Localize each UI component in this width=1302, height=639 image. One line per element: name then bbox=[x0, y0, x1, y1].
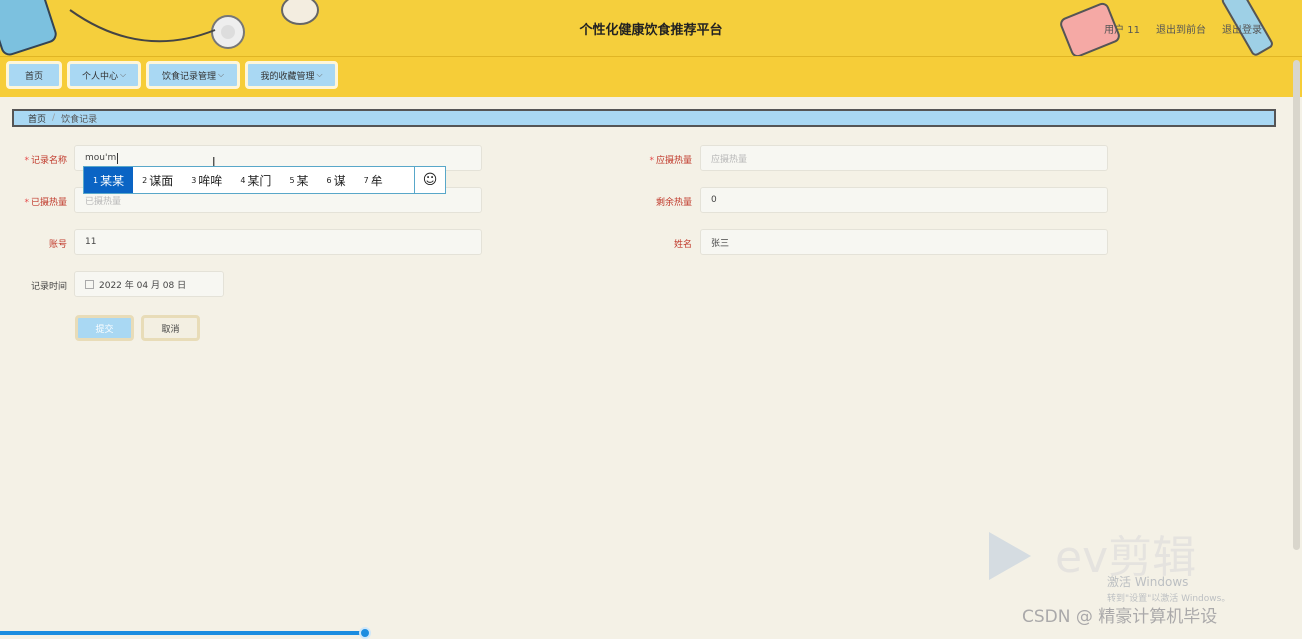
remaining-label: 剩余热量 bbox=[655, 198, 692, 208]
page-scrollbar[interactable] bbox=[1293, 60, 1300, 550]
nav-diet-label: 饮食记录管理 bbox=[161, 71, 216, 82]
account-input[interactable]: 11 bbox=[74, 229, 482, 255]
record-time-label: 记录时间 bbox=[30, 282, 67, 292]
ime-candidate[interactable]: 5某 bbox=[280, 167, 317, 193]
taken-intake-placeholder: 已摄热量 bbox=[85, 196, 122, 207]
should-intake-placeholder: 应摄热量 bbox=[711, 154, 748, 165]
ime-candidate[interactable]: 2 谋面 bbox=[133, 167, 182, 193]
breadcrumb-home[interactable]: 首页 bbox=[28, 112, 46, 125]
account-label: 账号 bbox=[48, 240, 67, 250]
breadcrumb: 首页 / 饮食记录 bbox=[12, 109, 1276, 127]
remaining-value: 0 bbox=[711, 195, 717, 205]
activate-windows-title: 激活 Windows bbox=[1107, 575, 1189, 589]
remaining-input[interactable]: 0 bbox=[700, 187, 1108, 213]
calendar-icon bbox=[85, 279, 94, 289]
should-intake-label: * 应摄热量 bbox=[649, 156, 692, 166]
nav-favorites[interactable]: 我的收藏管理 ⌵ bbox=[245, 61, 338, 89]
account-value: 11 bbox=[85, 237, 97, 247]
name-value: 张三 bbox=[711, 238, 730, 249]
ime-candidate[interactable]: 7牟 bbox=[355, 167, 392, 193]
nav-bar: 首页 个人中心 ⌵ 饮食记录管理 ⌵ 我的收藏管理 ⌵ bbox=[0, 56, 1302, 97]
ime-candidate[interactable]: 1 某某 bbox=[84, 167, 134, 193]
taken-intake-label: * 已摄热量 bbox=[24, 198, 67, 208]
ime-candidate[interactable]: 6谋 bbox=[318, 167, 355, 193]
record-name-label: * 记录名称 bbox=[24, 156, 67, 166]
name-label: 姓名 bbox=[673, 240, 692, 250]
csdn-watermark: CSDN @ 精豪计算机毕设 bbox=[1022, 607, 1218, 627]
nav-diet-records[interactable]: 饮食记录管理 ⌵ bbox=[146, 61, 240, 89]
submit-button[interactable]: 提交 bbox=[75, 315, 134, 341]
record-time-datepicker[interactable]: 2022 年 04 月 08 日 bbox=[74, 271, 224, 297]
chevron-down-icon: ⌵ bbox=[217, 70, 225, 79]
breadcrumb-current: 饮食记录 bbox=[61, 114, 98, 125]
nav-personal-center[interactable]: 个人中心 ⌵ bbox=[67, 61, 141, 89]
record-time-value: 2022 年 04 月 08 日 bbox=[99, 280, 187, 291]
ime-candidate[interactable]: 4 某门 bbox=[231, 167, 280, 193]
nav-home[interactable]: 首页 bbox=[6, 61, 62, 89]
nav-personal-label: 个人中心 bbox=[81, 71, 118, 82]
video-progress-bar[interactable] bbox=[0, 627, 1302, 639]
text-caret bbox=[117, 152, 119, 164]
ime-candidate[interactable]: 3 哞哞 bbox=[182, 167, 231, 193]
video-progress-knob[interactable] bbox=[359, 627, 371, 639]
logout-link[interactable]: 退出登录 bbox=[1222, 21, 1262, 36]
should-intake-input[interactable]: 应摄热量 bbox=[700, 145, 1108, 171]
nav-home-label: 首页 bbox=[24, 71, 43, 82]
ev-logo-watermark: ev剪辑 bbox=[989, 532, 1196, 583]
ime-candidate-window: 1 某某 2 谋面 3 哞哞 4 某门 5某 6谋 7牟 ☺ bbox=[83, 166, 446, 194]
user-label: 用户 11 bbox=[1104, 25, 1140, 36]
header-actions: 用户 11 退出到前台 退出登录 bbox=[1104, 21, 1262, 36]
back-to-front-link[interactable]: 退出到前台 bbox=[1156, 21, 1206, 36]
name-input[interactable]: 张三 bbox=[700, 229, 1108, 255]
nav-favorites-label: 我的收藏管理 bbox=[260, 71, 315, 82]
breadcrumb-separator: / bbox=[52, 113, 56, 123]
top-header: 个性化健康饮食推荐平台 用户 11 退出到前台 退出登录 bbox=[0, 0, 1302, 56]
chevron-down-icon: ⌵ bbox=[316, 70, 323, 79]
emoji-icon[interactable]: ☺ bbox=[414, 167, 445, 193]
cancel-button[interactable]: 取消 bbox=[141, 315, 200, 341]
record-name-value: mou'm bbox=[85, 153, 117, 163]
video-progress-fill bbox=[0, 631, 365, 635]
chevron-down-icon: ⌵ bbox=[119, 70, 127, 79]
